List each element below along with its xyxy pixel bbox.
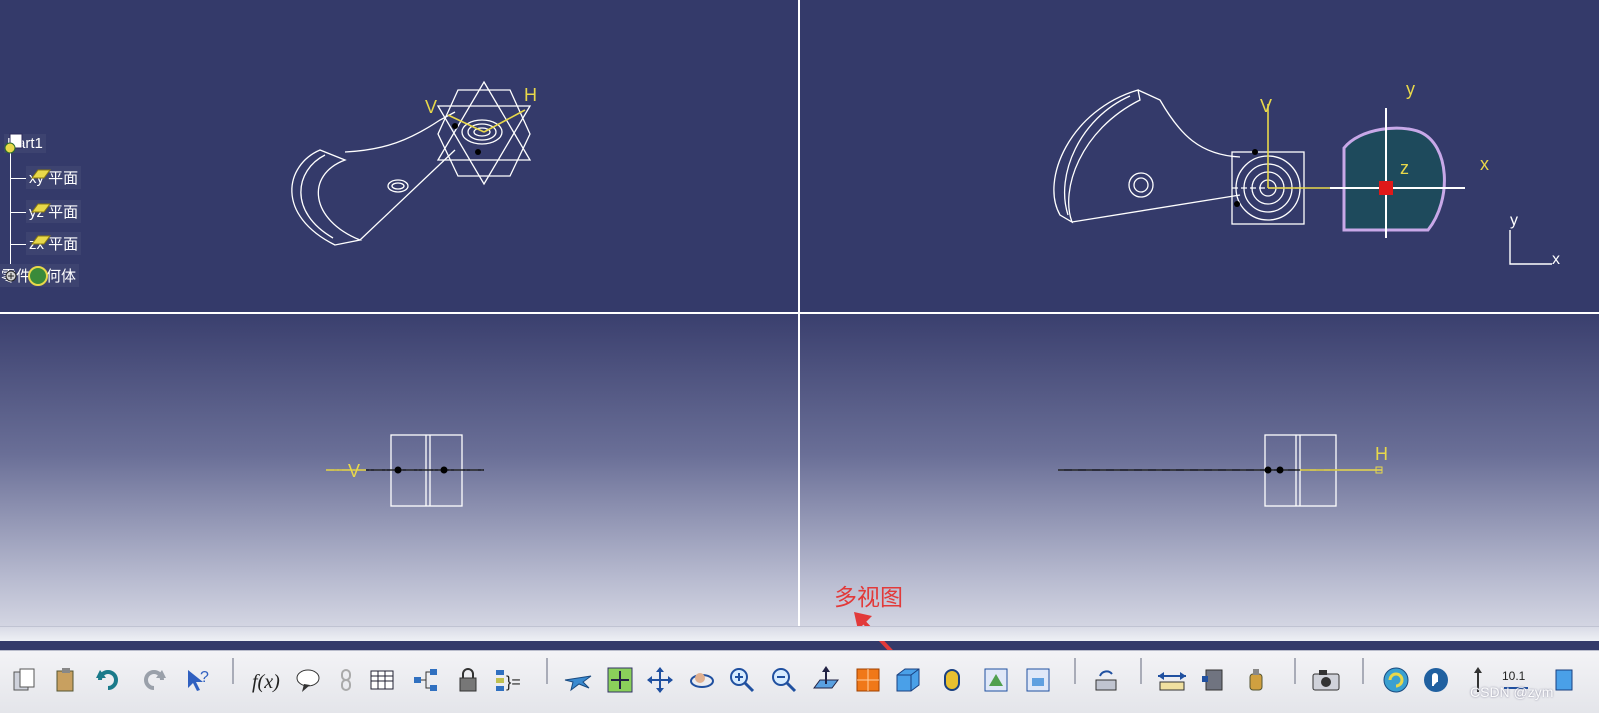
plane-icon: [31, 235, 51, 245]
swap-space-icon[interactable]: [1022, 664, 1054, 696]
table-icon[interactable]: [366, 664, 398, 696]
whats-this-icon[interactable]: ?: [182, 664, 214, 696]
parameters-icon[interactable]: }=: [494, 664, 526, 696]
rotate-icon[interactable]: [686, 664, 718, 696]
sketch-front-view: V y x z y x: [1053, 79, 1560, 268]
measure-inertia-icon[interactable]: [1198, 664, 1230, 696]
tl-h-axis-label: H: [524, 85, 537, 105]
measure-item-icon[interactable]: [1156, 664, 1188, 696]
svg-text:f(x): f(x): [252, 671, 280, 693]
tree-item-yz-plane[interactable]: yz 平面: [26, 199, 82, 223]
iso-view-icon[interactable]: [892, 664, 924, 696]
br-h-axis-label: H: [1375, 444, 1388, 464]
toolbar-handle-band: [0, 626, 1599, 641]
multi-view-icon[interactable]: [852, 664, 884, 696]
compass-disc[interactable]: [1342, 126, 1446, 232]
formula-icon[interactable]: f(x): [250, 664, 282, 696]
measure-between-icon[interactable]: [1090, 664, 1122, 696]
viewport-top-left[interactable]: V H Part1 xy 平面 yz 平面 zx 平面: [0, 0, 798, 312]
viewport-divider-horizontal: [0, 312, 1599, 314]
manipulation-icon[interactable]: [1420, 664, 1452, 696]
tree-item-zx-plane[interactable]: zx 平面: [26, 231, 82, 255]
tr-v-axis-label: V: [1260, 96, 1272, 116]
shading-icon[interactable]: [936, 664, 968, 696]
viewport-bottom-right[interactable]: H: [800, 314, 1599, 626]
tree-item-part-body[interactable]: 零件几何体: [0, 263, 80, 287]
tree-graph-icon[interactable]: [410, 664, 442, 696]
corner-y-label: y: [1510, 212, 1518, 229]
multi-view-annotation: 多视图: [834, 585, 903, 611]
svg-text:10.1: 10.1: [1502, 669, 1526, 683]
scale-icon[interactable]: [1240, 664, 1272, 696]
specification-tree: Part1 xy 平面 yz 平面 zx 平面 零件几何体: [0, 128, 150, 298]
comment-icon[interactable]: [292, 664, 324, 696]
corner-x-label: x: [1552, 251, 1560, 268]
tl-v-axis-label: V: [425, 97, 437, 117]
paste-special-icon[interactable]: [8, 664, 40, 696]
compass-x-label: x: [1480, 154, 1489, 174]
normal-view-icon[interactable]: [810, 664, 842, 696]
lock-icon[interactable]: [452, 664, 484, 696]
compass-y-label: y: [1406, 79, 1415, 99]
compass-z-label: z: [1400, 158, 1409, 178]
fly-mode-icon[interactable]: [562, 664, 594, 696]
part-icon: [4, 133, 23, 154]
redo-icon[interactable]: [138, 664, 170, 696]
pan-icon[interactable]: [644, 664, 676, 696]
body-icon: [5, 266, 48, 286]
hide-show-icon[interactable]: [980, 664, 1012, 696]
zoom-out-icon[interactable]: [768, 664, 800, 696]
viewport-bottom-left[interactable]: V: [0, 314, 798, 626]
fit-all-icon[interactable]: [604, 664, 636, 696]
plane-icon: [31, 203, 51, 213]
paste-icon[interactable]: [50, 664, 82, 696]
bl-v-axis-label: V: [348, 461, 360, 481]
svg-text:?: ?: [200, 669, 209, 686]
watermark-text: CSDN @zym: [1470, 684, 1554, 700]
sketch-top-view: H: [1058, 434, 1388, 507]
tree-item-part1[interactable]: Part1: [4, 132, 46, 154]
zoom-in-icon[interactable]: [726, 664, 758, 696]
tree-item-xy-plane[interactable]: xy 平面: [26, 165, 82, 189]
undo-icon[interactable]: [92, 664, 124, 696]
sketch-side-view: V: [326, 434, 484, 507]
viewport-top-right[interactable]: V y x z y x: [800, 0, 1599, 312]
capture-icon[interactable]: [1310, 664, 1342, 696]
plane-icon: [31, 169, 51, 179]
link-icon[interactable]: [330, 664, 362, 696]
knowledge-icon[interactable]: [1380, 664, 1412, 696]
svg-text:}=: }=: [506, 674, 521, 691]
